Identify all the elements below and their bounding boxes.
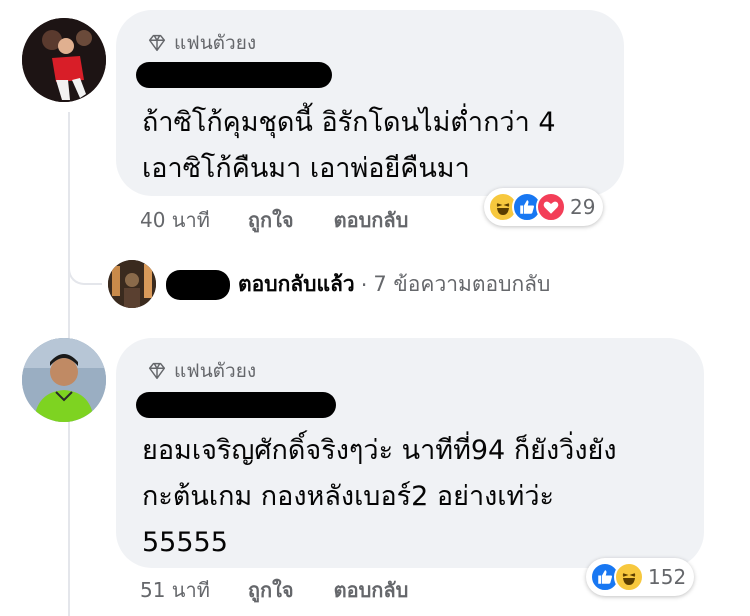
author-name-redacted[interactable] (136, 62, 332, 88)
fan-badge-label: แฟนตัวยง (174, 360, 257, 382)
fan-badge: แฟนตัวยง (146, 356, 256, 386)
comment-line: กะต้นเกม กองหลังเบอร์2 อย่างเท่ว่ะ (142, 481, 554, 512)
commenter-avatar[interactable] (22, 18, 106, 102)
reply-button[interactable]: ตอบกลับ (334, 574, 409, 606)
love-icon (536, 192, 566, 222)
reaction-count: 152 (648, 565, 687, 589)
comment-text: ยอมเจริญศักดิ์จริงๆว่ะ นาทีที่94 ก็ยังวิ… (142, 428, 617, 566)
comment-line: เอาซิโก้คืนมา เอาพ่อยีคืนมา (142, 153, 470, 184)
comment-text: ถ้าซิโก้คุมชุดนี้ อิรักโดนไม่ต่ำกว่า 4 เ… (142, 100, 556, 192)
replier-avatar[interactable] (108, 260, 156, 308)
comment-time[interactable]: 51 นาที (140, 574, 210, 606)
comment-bubble: แฟนตัวยง ยอมเจริญศักดิ์จริงๆว่ะ นาทีที่9… (116, 338, 704, 568)
like-button[interactable]: ถูกใจ (248, 574, 294, 606)
haha-icon (614, 562, 644, 592)
fan-badge: แฟนตัวยง (146, 28, 256, 58)
comment-time[interactable]: 40 นาที (140, 204, 210, 236)
reaction-summary[interactable]: 152 (586, 558, 695, 596)
comment-line: 55555 (142, 527, 228, 558)
replied-label: ตอบกลับแล้ว (238, 272, 355, 296)
comment-line: ยอมเจริญศักดิ์จริงๆว่ะ นาทีที่94 ก็ยังวิ… (142, 435, 617, 466)
view-more-replies[interactable]: 7 ข้อความตอบกลับ (373, 268, 550, 301)
comment-bubble: แฟนตัวยง ถ้าซิโก้คุมชุดนี้ อิรักโดนไม่ต่… (116, 10, 624, 196)
comment-actions: 40 นาที ถูกใจ ตอบกลับ (140, 204, 448, 236)
reaction-summary[interactable]: 29 (484, 188, 604, 226)
reaction-count: 29 (570, 195, 596, 219)
like-button[interactable]: ถูกใจ (248, 204, 294, 236)
fan-badge-label: แฟนตัวยง (174, 32, 257, 54)
separator-dot: · (360, 272, 368, 297)
comment-actions: 51 นาที ถูกใจ ตอบกลับ (140, 574, 448, 606)
diamond-icon (148, 362, 166, 380)
thread-connector (68, 255, 102, 285)
reply-button[interactable]: ตอบกลับ (334, 204, 409, 236)
author-name-redacted[interactable] (136, 392, 336, 418)
diamond-icon (148, 34, 166, 52)
replier-name-redacted (166, 269, 230, 300)
commenter-avatar[interactable] (22, 338, 106, 422)
reply-summary[interactable]: ตอบกลับแล้ว · 7 ข้อความตอบกลับ (166, 268, 550, 301)
comment-line: ถ้าซิโก้คุมชุดนี้ อิรักโดนไม่ต่ำกว่า 4 (142, 107, 556, 138)
